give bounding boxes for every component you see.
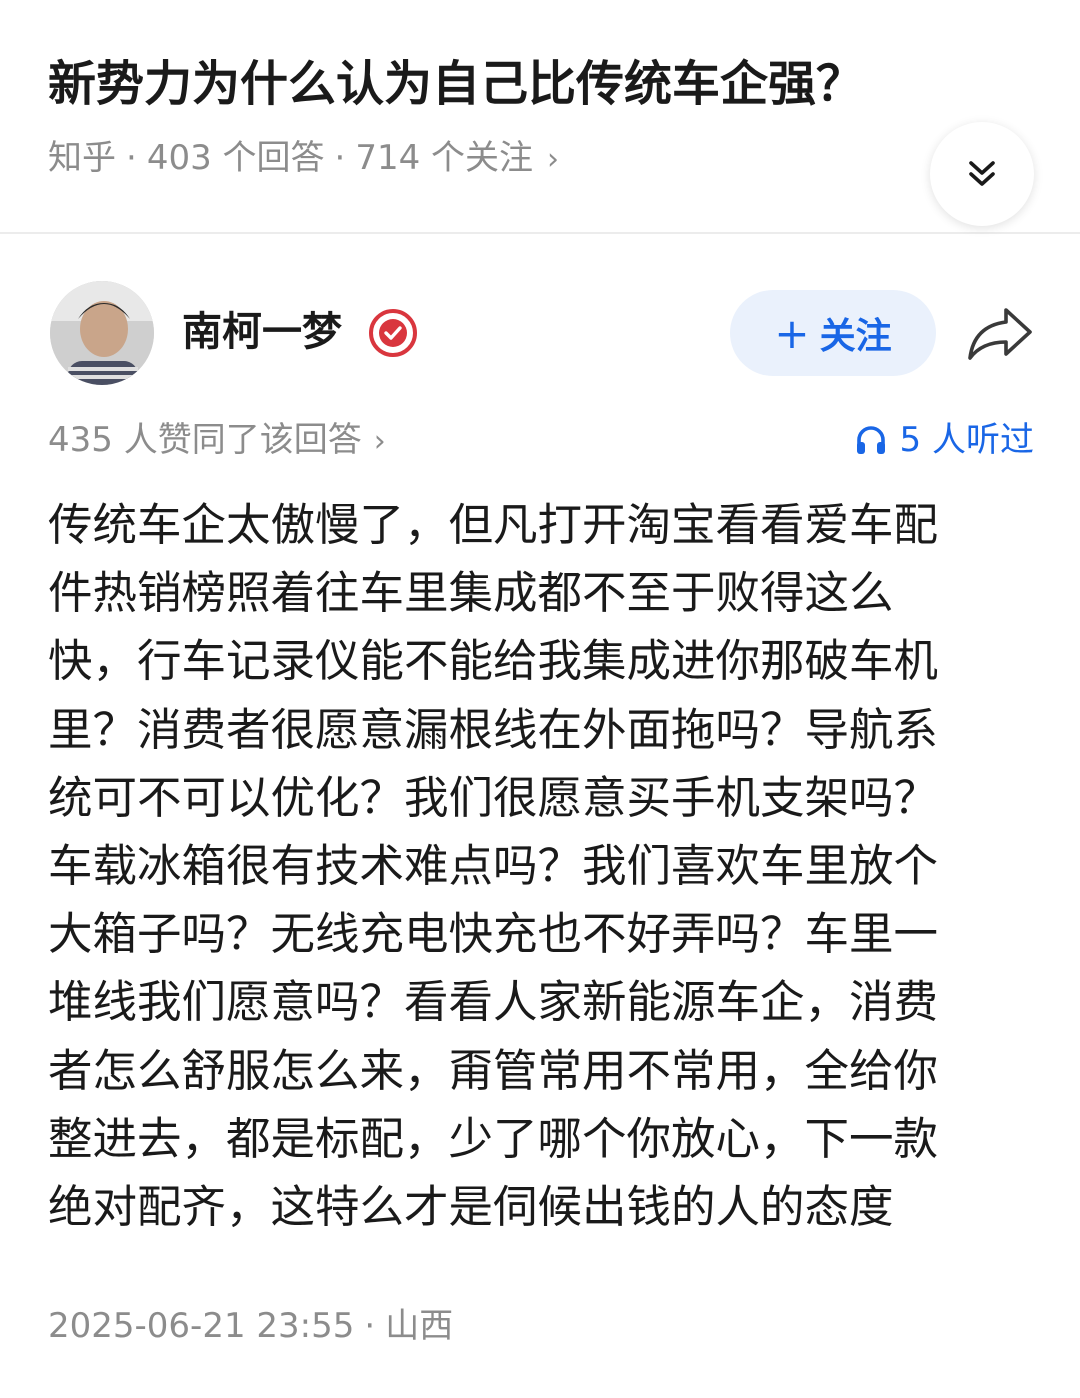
answer-page: 新势力为什么认为自己比传统车企强？ 知乎 · 403 个回答 · 714 个关注 › 南柯…	[0, 0, 1080, 1398]
answer-line: 传统车企太傲慢了，但凡打开淘宝看看爱车配	[48, 500, 939, 551]
answer-line: 整进去，都是标配，少了哪个你放心，下一款	[48, 1113, 939, 1165]
answer-line: 件热销榜照着往车里集成都不至于败得这么	[48, 568, 894, 620]
followers-count: 714 个关注	[355, 138, 534, 178]
answer-line: 绝对配齐，这特么才是伺候出钱的人的态度	[48, 1181, 894, 1233]
share-icon[interactable]	[966, 304, 1034, 364]
vote-count[interactable]: 435 人赞同了该回答 ›	[48, 416, 386, 466]
answer-footer-meta: 2025-06-21 23:55 · 山西	[48, 1302, 453, 1350]
listen-count[interactable]: 5 人听过	[854, 416, 1034, 464]
expand-button[interactable]	[930, 122, 1034, 226]
question-title[interactable]: 新势力为什么认为自己比传统车企强？	[48, 52, 1028, 116]
answer-line: 快，行车记录仪能不能给我集成进你那破车机	[48, 636, 939, 688]
post-location: 山西	[385, 1306, 454, 1346]
chevron-right-icon: ›	[373, 424, 386, 459]
answer-line: 车载冰箱很有技术难点吗？我们喜欢车里放个	[48, 840, 939, 892]
answer-content: 传统车企太傲慢了，但凡打开淘宝看看爱车配 件热销榜照着往车里集成都不至于败得这么…	[48, 492, 1038, 1242]
meta-separator: ·	[126, 138, 137, 178]
meta-separator: ·	[364, 1306, 376, 1346]
headphones-icon	[856, 426, 885, 454]
question-meta[interactable]: 知乎 · 403 个回答 · 714 个关注 ›	[48, 134, 559, 184]
answers-count: 403 个回答	[146, 138, 325, 178]
follow-label: 关注	[819, 316, 892, 357]
answer-line: 里？消费者很愿意漏根线在外面拖吗？导航系	[48, 704, 939, 756]
source-label: 知乎	[48, 138, 116, 178]
follow-button[interactable]: + 关注	[730, 290, 936, 376]
answer-line: 堆线我们愿意吗？看看人家新能源车企，消费	[48, 977, 939, 1029]
vote-count-label: 435 人赞同了该回答	[48, 420, 362, 460]
answer-line: 统可不可以优化？我们很愿意买手机支架吗？	[48, 772, 939, 824]
answer-line: 者怎么舒服怎么来，甭管常用不常用，全给你	[48, 1045, 939, 1097]
author-name[interactable]: 南柯一梦	[182, 304, 342, 360]
double-chevron-down-icon	[969, 161, 995, 186]
verified-badge-icon	[369, 309, 417, 357]
meta-separator: ·	[334, 138, 346, 178]
listen-count-label: 5 人听过	[899, 420, 1034, 460]
avatar[interactable]	[50, 281, 154, 385]
question-header: 新势力为什么认为自己比传统车企强？ 知乎 · 403 个回答 · 714 个关注 ›	[0, 0, 1080, 234]
plus-icon: +	[774, 308, 810, 358]
post-datetime: 2025-06-21 23:55	[48, 1306, 355, 1346]
answer-line: 大箱子吗？无线充电快充也不好弄吗？车里一	[48, 909, 939, 961]
avatar-image	[50, 281, 154, 385]
chevron-right-icon: ›	[547, 142, 560, 177]
